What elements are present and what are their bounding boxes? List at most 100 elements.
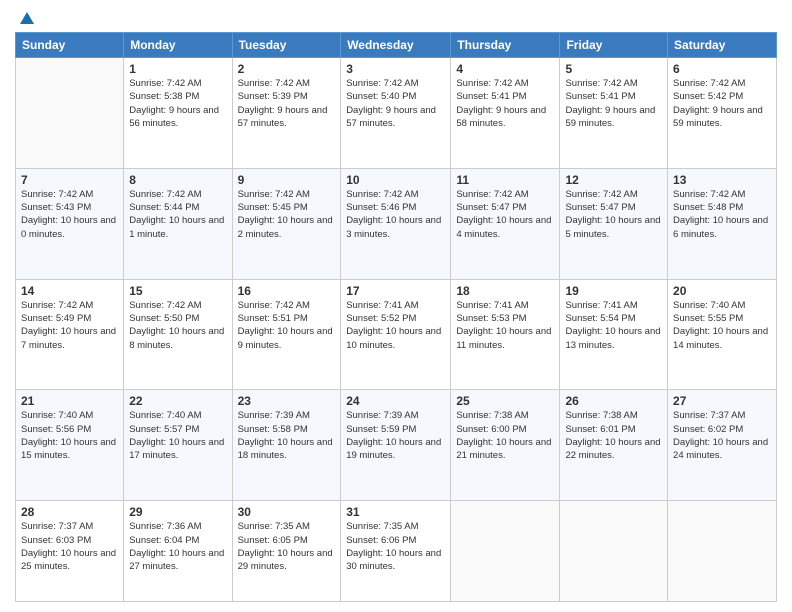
sunrise-text: Sunrise: 7:42 AM: [129, 77, 226, 90]
calendar-cell: 29 Sunrise: 7:36 AM Sunset: 6:04 PM Dayl…: [124, 501, 232, 602]
sunrise-text: Sunrise: 7:41 AM: [346, 299, 445, 312]
day-number: 8: [129, 173, 226, 187]
daylight-text: Daylight: 10 hours and 18 minutes.: [238, 436, 336, 463]
day-info: Sunrise: 7:35 AM Sunset: 6:06 PM Dayligh…: [346, 520, 445, 573]
daylight-text: Daylight: 10 hours and 4 minutes.: [456, 214, 554, 241]
day-info: Sunrise: 7:42 AM Sunset: 5:41 PM Dayligh…: [456, 77, 554, 130]
sunrise-text: Sunrise: 7:40 AM: [673, 299, 771, 312]
sunset-text: Sunset: 5:54 PM: [565, 312, 662, 325]
sunset-text: Sunset: 5:41 PM: [565, 90, 662, 103]
sunrise-text: Sunrise: 7:35 AM: [238, 520, 336, 533]
calendar-cell: 10 Sunrise: 7:42 AM Sunset: 5:46 PM Dayl…: [341, 168, 451, 279]
day-info: Sunrise: 7:39 AM Sunset: 5:58 PM Dayligh…: [238, 409, 336, 462]
day-info: Sunrise: 7:42 AM Sunset: 5:50 PM Dayligh…: [129, 299, 226, 352]
sunset-text: Sunset: 6:00 PM: [456, 423, 554, 436]
daylight-text: Daylight: 9 hours and 56 minutes.: [129, 104, 226, 131]
calendar-cell: 15 Sunrise: 7:42 AM Sunset: 5:50 PM Dayl…: [124, 279, 232, 390]
calendar-cell: 12 Sunrise: 7:42 AM Sunset: 5:47 PM Dayl…: [560, 168, 668, 279]
daylight-text: Daylight: 10 hours and 14 minutes.: [673, 325, 771, 352]
calendar-cell: 22 Sunrise: 7:40 AM Sunset: 5:57 PM Dayl…: [124, 390, 232, 501]
day-number: 27: [673, 394, 771, 408]
daylight-text: Daylight: 10 hours and 3 minutes.: [346, 214, 445, 241]
daylight-text: Daylight: 10 hours and 9 minutes.: [238, 325, 336, 352]
col-friday: Friday: [560, 33, 668, 58]
day-number: 28: [21, 505, 118, 519]
sunset-text: Sunset: 6:02 PM: [673, 423, 771, 436]
daylight-text: Daylight: 10 hours and 10 minutes.: [346, 325, 445, 352]
col-monday: Monday: [124, 33, 232, 58]
sunrise-text: Sunrise: 7:42 AM: [346, 77, 445, 90]
day-number: 9: [238, 173, 336, 187]
calendar-cell: 26 Sunrise: 7:38 AM Sunset: 6:01 PM Dayl…: [560, 390, 668, 501]
calendar-cell: 30 Sunrise: 7:35 AM Sunset: 6:05 PM Dayl…: [232, 501, 341, 602]
col-sunday: Sunday: [16, 33, 124, 58]
daylight-text: Daylight: 10 hours and 17 minutes.: [129, 436, 226, 463]
day-number: 30: [238, 505, 336, 519]
day-info: Sunrise: 7:42 AM Sunset: 5:39 PM Dayligh…: [238, 77, 336, 130]
calendar-cell: 23 Sunrise: 7:39 AM Sunset: 5:58 PM Dayl…: [232, 390, 341, 501]
calendar-cell: 27 Sunrise: 7:37 AM Sunset: 6:02 PM Dayl…: [668, 390, 777, 501]
sunset-text: Sunset: 5:47 PM: [456, 201, 554, 214]
calendar-cell: 17 Sunrise: 7:41 AM Sunset: 5:52 PM Dayl…: [341, 279, 451, 390]
day-number: 17: [346, 284, 445, 298]
calendar-cell: 13 Sunrise: 7:42 AM Sunset: 5:48 PM Dayl…: [668, 168, 777, 279]
sunrise-text: Sunrise: 7:38 AM: [456, 409, 554, 422]
daylight-text: Daylight: 10 hours and 0 minutes.: [21, 214, 118, 241]
daylight-text: Daylight: 10 hours and 21 minutes.: [456, 436, 554, 463]
sunrise-text: Sunrise: 7:42 AM: [238, 299, 336, 312]
sunrise-text: Sunrise: 7:42 AM: [456, 77, 554, 90]
sunrise-text: Sunrise: 7:42 AM: [238, 77, 336, 90]
sunrise-text: Sunrise: 7:42 AM: [129, 188, 226, 201]
day-number: 16: [238, 284, 336, 298]
sunset-text: Sunset: 5:55 PM: [673, 312, 771, 325]
day-number: 22: [129, 394, 226, 408]
day-info: Sunrise: 7:36 AM Sunset: 6:04 PM Dayligh…: [129, 520, 226, 573]
daylight-text: Daylight: 10 hours and 5 minutes.: [565, 214, 662, 241]
sunrise-text: Sunrise: 7:36 AM: [129, 520, 226, 533]
day-number: 25: [456, 394, 554, 408]
sunset-text: Sunset: 6:04 PM: [129, 534, 226, 547]
sunrise-text: Sunrise: 7:42 AM: [21, 188, 118, 201]
sunset-text: Sunset: 5:58 PM: [238, 423, 336, 436]
day-number: 2: [238, 62, 336, 76]
calendar-cell: 28 Sunrise: 7:37 AM Sunset: 6:03 PM Dayl…: [16, 501, 124, 602]
col-saturday: Saturday: [668, 33, 777, 58]
sunset-text: Sunset: 5:47 PM: [565, 201, 662, 214]
day-info: Sunrise: 7:42 AM Sunset: 5:47 PM Dayligh…: [565, 188, 662, 241]
sunrise-text: Sunrise: 7:39 AM: [238, 409, 336, 422]
day-number: 11: [456, 173, 554, 187]
sunset-text: Sunset: 5:45 PM: [238, 201, 336, 214]
day-number: 6: [673, 62, 771, 76]
calendar-cell: 7 Sunrise: 7:42 AM Sunset: 5:43 PM Dayli…: [16, 168, 124, 279]
sunset-text: Sunset: 5:40 PM: [346, 90, 445, 103]
sunset-text: Sunset: 5:44 PM: [129, 201, 226, 214]
calendar-cell: [451, 501, 560, 602]
day-info: Sunrise: 7:37 AM Sunset: 6:03 PM Dayligh…: [21, 520, 118, 573]
calendar-cell: 6 Sunrise: 7:42 AM Sunset: 5:42 PM Dayli…: [668, 58, 777, 169]
daylight-text: Daylight: 9 hours and 58 minutes.: [456, 104, 554, 131]
sunrise-text: Sunrise: 7:42 AM: [21, 299, 118, 312]
sunset-text: Sunset: 5:48 PM: [673, 201, 771, 214]
calendar-cell: 9 Sunrise: 7:42 AM Sunset: 5:45 PM Dayli…: [232, 168, 341, 279]
day-info: Sunrise: 7:40 AM Sunset: 5:55 PM Dayligh…: [673, 299, 771, 352]
day-info: Sunrise: 7:42 AM Sunset: 5:43 PM Dayligh…: [21, 188, 118, 241]
day-info: Sunrise: 7:42 AM Sunset: 5:48 PM Dayligh…: [673, 188, 771, 241]
day-info: Sunrise: 7:41 AM Sunset: 5:53 PM Dayligh…: [456, 299, 554, 352]
day-info: Sunrise: 7:42 AM Sunset: 5:41 PM Dayligh…: [565, 77, 662, 130]
sunrise-text: Sunrise: 7:35 AM: [346, 520, 445, 533]
sunrise-text: Sunrise: 7:37 AM: [673, 409, 771, 422]
col-wednesday: Wednesday: [341, 33, 451, 58]
calendar-cell: 21 Sunrise: 7:40 AM Sunset: 5:56 PM Dayl…: [16, 390, 124, 501]
day-info: Sunrise: 7:38 AM Sunset: 6:01 PM Dayligh…: [565, 409, 662, 462]
day-number: 26: [565, 394, 662, 408]
daylight-text: Daylight: 10 hours and 1 minute.: [129, 214, 226, 241]
day-number: 19: [565, 284, 662, 298]
col-tuesday: Tuesday: [232, 33, 341, 58]
sunrise-text: Sunrise: 7:41 AM: [565, 299, 662, 312]
daylight-text: Daylight: 10 hours and 11 minutes.: [456, 325, 554, 352]
calendar-cell: [560, 501, 668, 602]
logo-icon: [18, 10, 36, 28]
daylight-text: Daylight: 10 hours and 22 minutes.: [565, 436, 662, 463]
day-number: 3: [346, 62, 445, 76]
day-info: Sunrise: 7:42 AM Sunset: 5:51 PM Dayligh…: [238, 299, 336, 352]
